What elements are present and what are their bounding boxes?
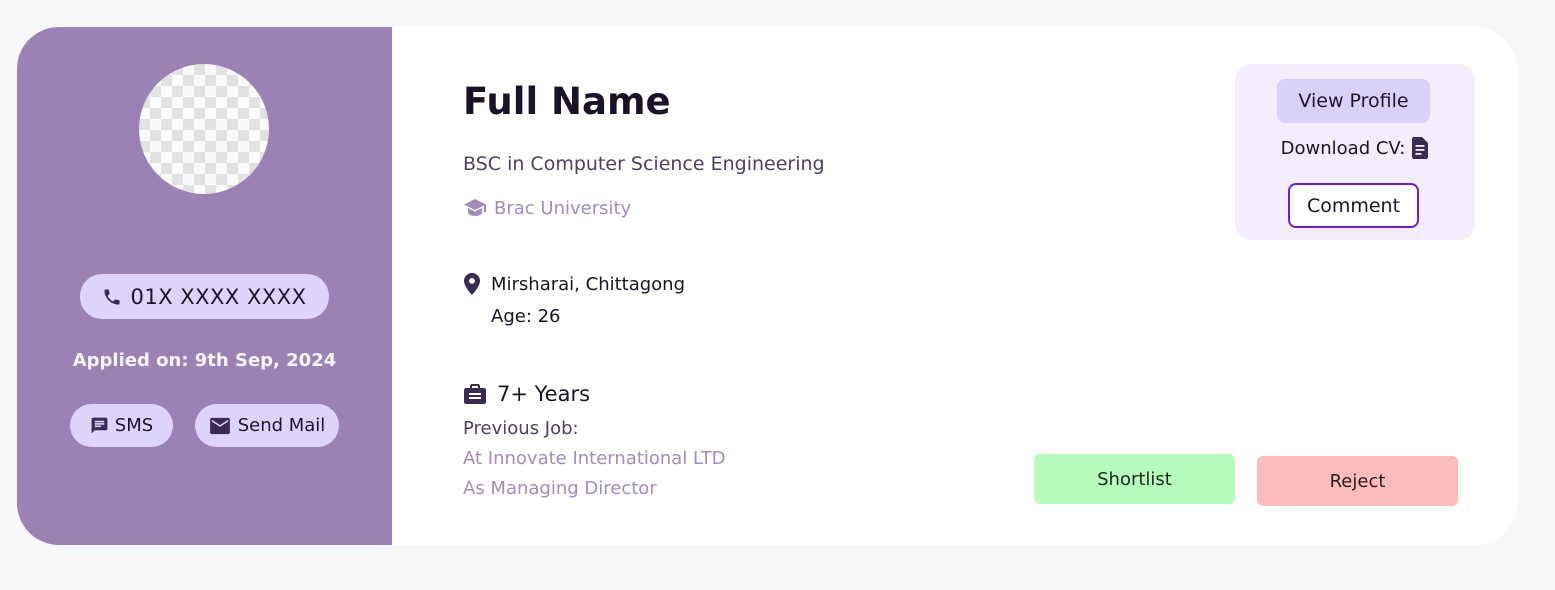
experience-text: 7+ Years (497, 382, 591, 406)
shortlist-button[interactable]: Shortlist (1034, 454, 1235, 504)
candidate-age: Age: 26 (491, 306, 561, 327)
candidate-location: Mirsharai, Chittagong (463, 273, 685, 295)
view-profile-button[interactable]: View Profile (1277, 79, 1430, 123)
send-mail-button[interactable]: Send Mail (195, 404, 339, 447)
avatar (139, 64, 269, 194)
briefcase-icon (463, 383, 487, 405)
candidate-degree: BSC in Computer Science Engineering (463, 153, 825, 175)
university-name: Brac University (494, 197, 632, 219)
applied-label: Applied on: (72, 350, 195, 371)
message-icon (90, 416, 109, 435)
reject-button[interactable]: Reject (1257, 456, 1458, 506)
sms-button[interactable]: SMS (70, 404, 173, 447)
candidate-experience: 7+ Years (463, 382, 590, 406)
phone-number: 01X XXXX XXXX (130, 284, 307, 309)
applied-date-value: 9th Sep, 2024 (194, 350, 337, 371)
candidate-university: Brac University (463, 197, 631, 219)
download-cv-label: Download CV: (1280, 137, 1406, 159)
phone-button[interactable]: 01X XXXX XXXX (80, 274, 329, 319)
candidate-card: 01X XXXX XXXX Applied on: 9th Sep, 2024 … (17, 27, 1517, 545)
previous-job-label: Previous Job: (463, 418, 579, 439)
candidate-name: Full Name (463, 80, 671, 123)
sms-label: SMS (114, 415, 154, 436)
mail-icon (209, 417, 231, 435)
previous-role: As Managing Director (463, 478, 657, 499)
send-mail-label: Send Mail (237, 415, 326, 436)
previous-company: At Innovate International LTD (463, 448, 726, 469)
candidate-sidebar: 01X XXXX XXXX Applied on: 9th Sep, 2024 … (17, 27, 392, 545)
profile-actions-panel: View Profile Download CV: Comment (1235, 64, 1475, 240)
comment-button[interactable]: Comment (1288, 183, 1419, 228)
map-pin-icon (463, 273, 481, 295)
applied-date: Applied on: 9th Sep, 2024 (17, 350, 392, 371)
document-icon[interactable] (1411, 137, 1429, 159)
graduation-cap-icon (463, 197, 487, 219)
phone-icon (102, 287, 122, 307)
download-cv: Download CV: (1235, 137, 1475, 159)
location-text: Mirsharai, Chittagong (491, 273, 686, 295)
